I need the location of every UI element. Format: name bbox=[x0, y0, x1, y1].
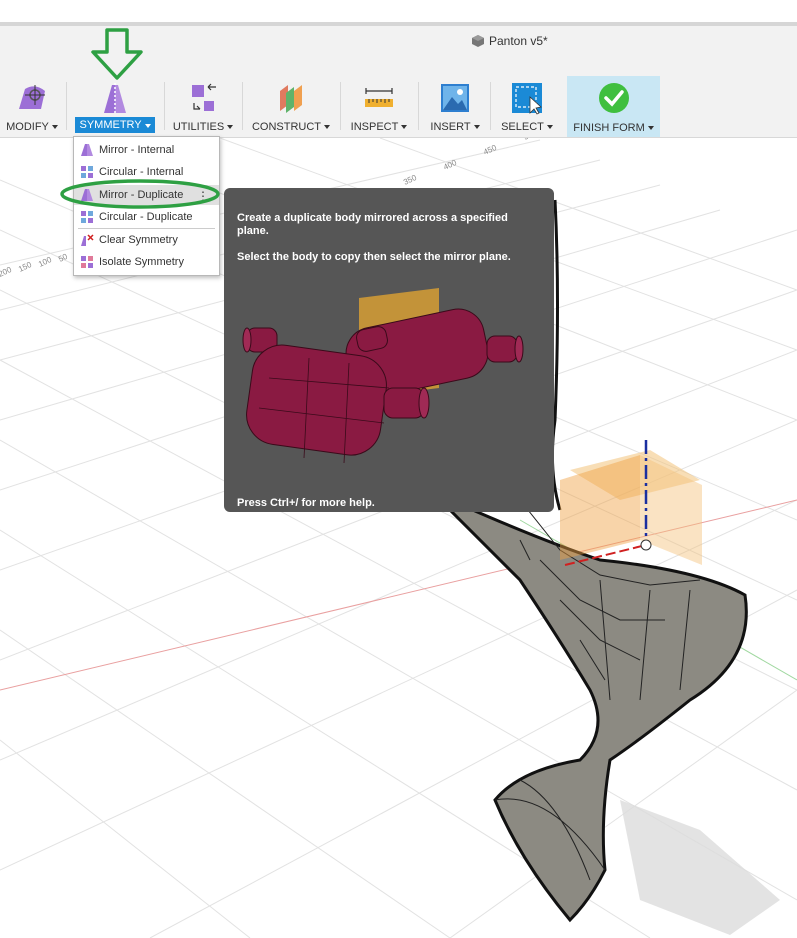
construct-button[interactable]: CONSTRUCT bbox=[248, 78, 334, 136]
tooltip-description: Create a duplicate body mirrored across … bbox=[237, 212, 508, 237]
menu-item-isolate-symmetry[interactable]: Isolate Symmetry bbox=[74, 252, 219, 272]
inspect-ruler-icon bbox=[365, 88, 393, 107]
isolate-symmetry-icon bbox=[81, 256, 93, 268]
ruler-tick-label: 450 bbox=[482, 143, 498, 157]
tooltip-instruction: Select the body to copy then select the … bbox=[237, 251, 511, 263]
mirror-internal-icon bbox=[81, 144, 93, 156]
inspect-button[interactable]: INSPECT bbox=[346, 78, 412, 136]
clear-symmetry-icon bbox=[81, 234, 94, 246]
insert-image-icon bbox=[441, 84, 469, 112]
select-label: SELECT bbox=[496, 121, 558, 133]
circular-duplicate-icon bbox=[81, 211, 93, 223]
select-cursor-icon bbox=[512, 83, 542, 115]
toolbar-separator bbox=[490, 82, 491, 130]
chair-shadow bbox=[620, 800, 780, 935]
toolbar-separator bbox=[66, 82, 67, 130]
annotation-ellipse-icon bbox=[60, 179, 220, 209]
menu-item-clear-symmetry[interactable]: Clear Symmetry bbox=[74, 230, 219, 250]
insert-button[interactable]: INSERT bbox=[424, 78, 486, 136]
ruler-tick-label: 200 bbox=[0, 265, 13, 279]
toolbar-separator bbox=[164, 82, 165, 130]
symmetry-label: SYMMETRY bbox=[72, 117, 158, 133]
utilities-button[interactable]: UTILITIES bbox=[170, 78, 236, 136]
origin-point[interactable] bbox=[640, 539, 652, 551]
circular-internal-icon bbox=[81, 166, 93, 178]
insert-label: INSERT bbox=[424, 121, 486, 133]
finish-check-icon bbox=[598, 83, 629, 113]
ruler-tick-label: 50 bbox=[57, 252, 69, 264]
tooltip-mirror-duplicate: Create a duplicate body mirrored across … bbox=[224, 188, 554, 512]
menu-item-mirror-internal[interactable]: Mirror - Internal bbox=[74, 140, 219, 160]
construct-icon bbox=[280, 85, 302, 113]
tooltip-illustration bbox=[242, 288, 524, 464]
document-title: Panton v5* bbox=[472, 34, 548, 48]
document-title-text: Panton v5* bbox=[489, 34, 548, 48]
menu-item-circular-duplicate[interactable]: Circular - Duplicate bbox=[74, 207, 219, 227]
annotation-down-arrow-icon bbox=[91, 28, 143, 80]
menu-separator bbox=[78, 228, 215, 229]
symmetry-button[interactable]: SYMMETRY bbox=[72, 78, 158, 136]
tooltip-help: Press Ctrl+/ for more help. bbox=[237, 497, 375, 509]
modify-button[interactable]: MODIFY bbox=[4, 78, 60, 136]
select-button[interactable]: SELECT bbox=[496, 78, 558, 136]
utilities-label: UTILITIES bbox=[170, 121, 236, 133]
construct-label: CONSTRUCT bbox=[248, 121, 334, 133]
symmetry-icon bbox=[104, 83, 126, 114]
finish-form-label: FINISH FORM bbox=[567, 122, 660, 134]
ruler-tick-label: 150 bbox=[17, 260, 33, 274]
document-cube-icon bbox=[472, 35, 484, 47]
toolbar-separator bbox=[418, 82, 419, 130]
toolbar-separator bbox=[242, 82, 243, 130]
finish-form-button[interactable]: FINISH FORM bbox=[567, 76, 660, 137]
modify-icon bbox=[19, 85, 45, 109]
inspect-label: INSPECT bbox=[346, 121, 412, 133]
utilities-icon bbox=[192, 83, 216, 111]
toolbar-separator bbox=[340, 82, 341, 130]
ruler-tick-label: 100 bbox=[37, 255, 53, 269]
modify-label: MODIFY bbox=[4, 121, 60, 133]
window-top-strip bbox=[0, 0, 797, 22]
ruler-tick-label: 350 bbox=[402, 173, 418, 187]
